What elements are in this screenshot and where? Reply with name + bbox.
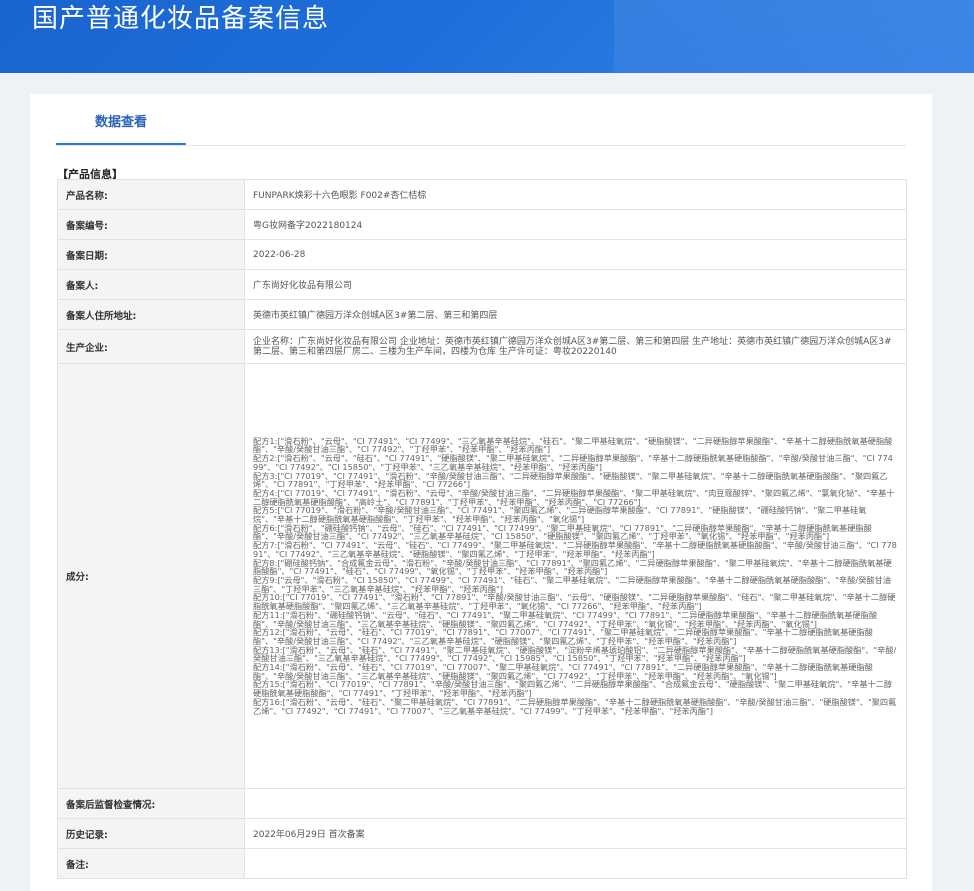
- banner-decoration: [614, 0, 974, 73]
- row-record-date: 备案日期: 2022-06-28: [57, 239, 907, 270]
- field-label: 备案编号:: [57, 209, 245, 240]
- registrant-address-value: 英德市英红镇广德园万洋众创城A区3#第二层、第三和第四层: [244, 299, 907, 330]
- ingredient-formula: 配方9:["云母"、"滑石粉"、"CI 15850"、"CI 77499"、"C…: [253, 575, 891, 594]
- ingredient-formula: 配方7:["滑石粉"、"CI 77491"、"云母"、"硅石"、"CI 7749…: [253, 540, 897, 559]
- top-banner: 国产普通化妆品备案信息: [0, 0, 974, 73]
- field-label: 成分:: [57, 363, 245, 789]
- field-label: 备案人住所地址:: [57, 299, 245, 330]
- ingredient-formula: 配方14:["滑石粉"、"云母"、"硅石"、"CI 77019"、"CI 770…: [253, 662, 873, 681]
- ingredient-formula: 配方12:["滑石粉"、"云母"、"硅石"、"CI 77019"、"CI 778…: [253, 627, 873, 646]
- post-inspection-value: [244, 788, 907, 819]
- ingredient-formula: 配方4:["CI 77019"、"CI 77491"、"滑石粉"、"云母"、"辛…: [253, 487, 895, 507]
- field-label: 备案人:: [57, 269, 245, 300]
- product-info-table: 产品名称: FUNPARK焕彩十六色眼影 F002#杏仁桔棕 备案编号: 粤G妆…: [57, 179, 907, 879]
- field-label: 产品名称:: [57, 179, 245, 210]
- ingredient-formula: 配方5:["CI 77019"、"滑石粉"、"辛酸/癸酸甘油三酯"、"CI 77…: [253, 505, 867, 525]
- registrant-value: 广东尚好化妆品有限公司: [244, 269, 907, 300]
- row-ingredients: 成分: 配方1:["滑石粉"、"云母"、"CI 77491"、"CI 77499…: [57, 363, 907, 789]
- ingredient-formula: 配方1:["滑石粉"、"云母"、"CI 77491"、"CI 77499"、"三…: [253, 435, 893, 455]
- content-card: 数据查看 【产品信息】 产品名称: FUNPARK焕彩十六色眼影 F002#杏仁…: [30, 94, 932, 891]
- field-label: 备案日期:: [57, 239, 245, 270]
- record-date-value: 2022-06-28: [244, 239, 907, 270]
- field-label: 备案后监督检查情况:: [57, 788, 245, 819]
- row-manufacturer: 生产企业: 企业名称：广东尚好化妆品有限公司 企业地址：英德市英红镇广德园万洋众…: [57, 329, 907, 364]
- history-value: 2022年06月29日 首次备案: [244, 818, 907, 849]
- row-remarks: 备注:: [57, 848, 907, 879]
- manufacturer-value: 企业名称：广东尚好化妆品有限公司 企业地址：英德市英红镇广德园万洋众创城A区3#…: [244, 329, 907, 364]
- remarks-value: [244, 848, 907, 879]
- ingredient-formula: 配方6:["滑石粉"、"硼硅酸钙钠"、"云母"、"硅石"、"CI 77491"、…: [253, 522, 872, 542]
- page-title: 国产普通化妆品备案信息: [32, 4, 330, 34]
- ingredient-formula: 配方16:["滑石粉"、"云母"、"硅石"、"聚二甲基硅氧烷"、"CI 7789…: [253, 696, 897, 716]
- ingredient-formula-list: 配方1:["滑石粉"、"云母"、"CI 77491"、"CI 77499"、"三…: [253, 436, 898, 717]
- ingredient-formula: 配方15:["滑石粉"、"CI 77019"、"CI 77891"、"辛酸/癸酸…: [253, 679, 893, 699]
- ingredient-formula: 配方3:["CI 77019"、"CI 77491"、"滑石粉"、"辛酸/癸酸甘…: [253, 470, 888, 490]
- ingredient-formula: 配方10:["CI 77019"、"CI 77491"、"滑石粉"、"CI 77…: [253, 592, 896, 612]
- row-registrant: 备案人: 广东尚好化妆品有限公司: [57, 269, 907, 300]
- ingredient-formula: 配方2:["滑石粉"、"云母"、"硅石"、"CI 77491"、"硬脂酸镁"、"…: [253, 453, 893, 472]
- product-name-value: FUNPARK焕彩十六色眼影 F002#杏仁桔棕: [244, 179, 907, 210]
- row-history: 历史记录: 2022年06月29日 首次备案: [57, 818, 907, 849]
- field-label: 生产企业:: [57, 329, 245, 364]
- tab-bar: 数据查看: [56, 108, 906, 146]
- ingredient-formula: 配方11:["滑石粉"、"硼硅酸钙钠"、"云母"、"硅石"、"CI 77491"…: [253, 609, 878, 629]
- ingredient-formula: 配方13:["滑石粉"、"云母"、"硅石"、"CI 77491"、"聚二甲基硅氧…: [253, 644, 897, 664]
- ingredients-value: 配方1:["滑石粉"、"云母"、"CI 77491"、"CI 77499"、"三…: [244, 363, 907, 789]
- field-label: 历史记录:: [57, 818, 245, 849]
- row-record-no: 备案编号: 粤G妆网备字2022180124: [57, 209, 907, 240]
- record-no-value: 粤G妆网备字2022180124: [244, 209, 907, 240]
- row-registrant-address: 备案人住所地址: 英德市英红镇广德园万洋众创城A区3#第二层、第三和第四层: [57, 299, 907, 330]
- tab-data-view[interactable]: 数据查看: [56, 108, 186, 145]
- row-product-name: 产品名称: FUNPARK焕彩十六色眼影 F002#杏仁桔棕: [57, 179, 907, 210]
- ingredient-formula: 配方8:["硼硅酸钙钠"、"合成氟金云母"、"滑石粉"、"辛酸/癸酸甘油三酯"、…: [253, 557, 892, 577]
- field-label: 备注:: [57, 848, 245, 879]
- row-post-inspection: 备案后监督检查情况:: [57, 788, 907, 819]
